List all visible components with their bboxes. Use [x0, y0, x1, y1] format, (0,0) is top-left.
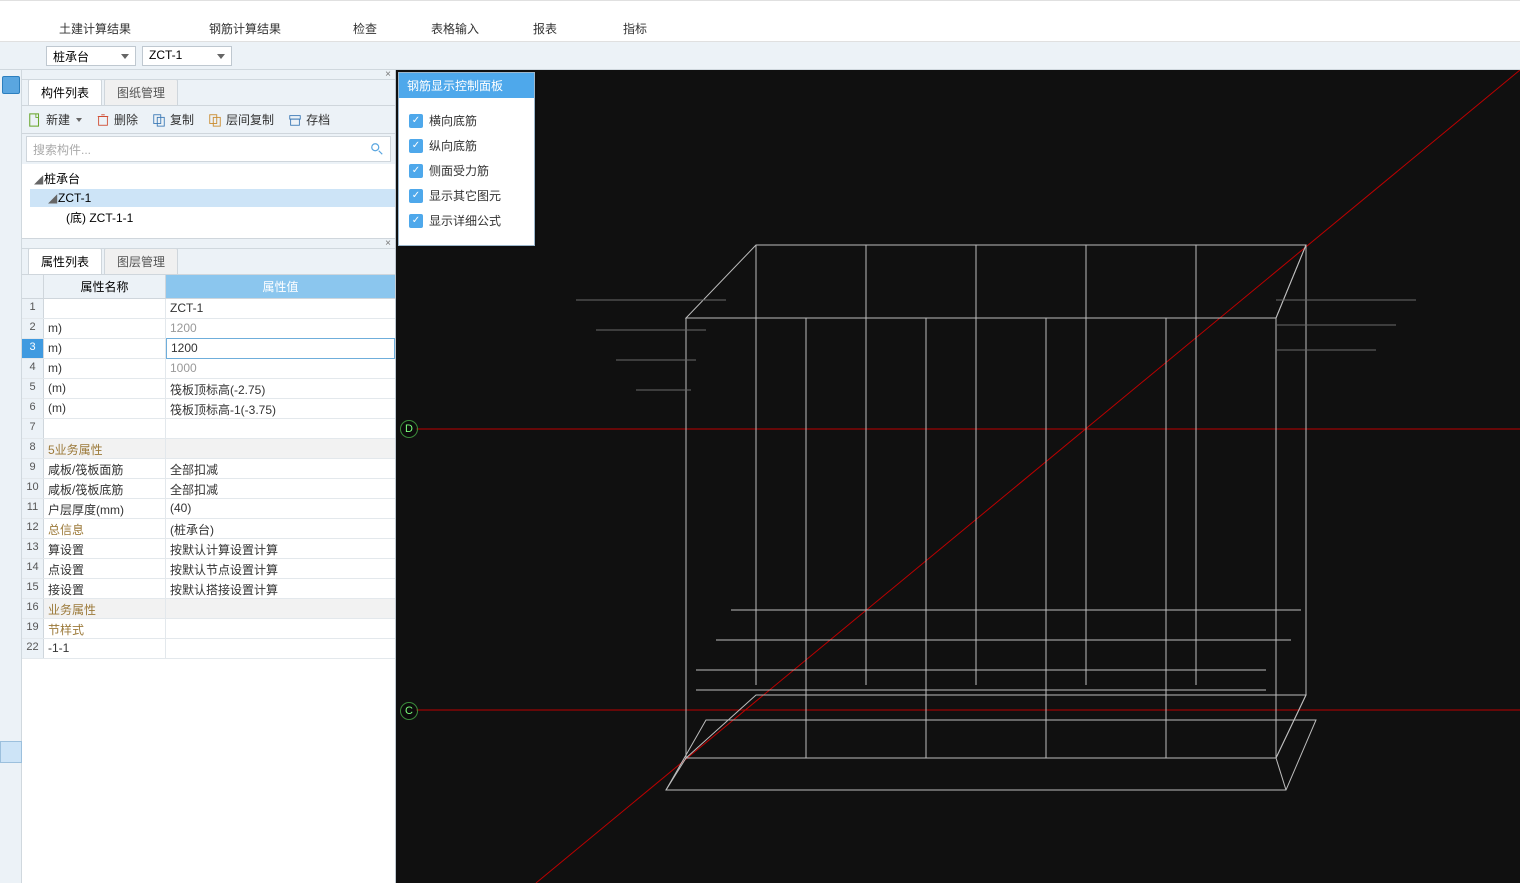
checkbox-item[interactable]: ✓显示详细公式 [409, 208, 524, 233]
property-row[interactable]: 2m)1200 [22, 319, 395, 339]
component-tree: ◢桩承台 ◢ZCT-1 (底) ZCT-1-1 [22, 164, 395, 239]
property-row[interactable]: 15接设置按默认搭接设置计算 [22, 579, 395, 599]
ribbon-group-labels: 土建计算结果 钢筋计算结果 检查 表格输入 报表 指标 [0, 0, 1520, 42]
property-row[interactable]: 13算设置按默认计算设置计算 [22, 539, 395, 559]
property-row[interactable]: 4m)1000 [22, 359, 395, 379]
ribbon-group: 土建计算结果 [20, 20, 170, 41]
property-row[interactable]: 9咸板/筏板面筋全部扣减 [22, 459, 395, 479]
panel-title: 钢筋显示控制面板 [399, 73, 534, 98]
tab-drawing-manage[interactable]: 图纸管理 [104, 79, 178, 105]
tab-component-list[interactable]: 构件列表 [28, 79, 102, 105]
property-row[interactable]: 22-1-1 [22, 639, 395, 659]
property-row[interactable]: 3m)1200 [22, 339, 395, 359]
copy-icon [152, 113, 166, 127]
archive-button[interactable]: 存档 [288, 111, 330, 128]
new-button[interactable]: 新建 [28, 111, 82, 128]
header-name: 属性名称 [44, 275, 166, 298]
ribbon-group: 钢筋计算结果 [170, 20, 320, 41]
property-row[interactable]: 16业务属性 [22, 599, 395, 619]
delete-button[interactable]: 删除 [96, 111, 138, 128]
property-row[interactable]: 6(m)筏板顶标高-1(-3.75) [22, 399, 395, 419]
checkbox-icon: ✓ [409, 214, 423, 228]
left-rail-tile-icon[interactable] [2, 76, 20, 94]
property-row[interactable]: 10咸板/筏板底筋全部扣减 [22, 479, 395, 499]
property-table: 属性名称 属性值 1ZCT-12m)12003m)12004m)10005(m)… [22, 275, 395, 883]
breadcrumb-bar: 桩承台 ZCT-1 [0, 42, 1520, 70]
component-toolbar: 新建 删除 复制 层间复制 存档 [22, 106, 395, 134]
ribbon-group: 指标 [590, 20, 680, 41]
search-input[interactable]: 搜索构件... [26, 136, 391, 162]
props-tabs: 属性列表 图层管理 [22, 249, 395, 275]
bottom-left-tile[interactable] [0, 741, 22, 763]
property-row[interactable]: 12总信息(桩承台) [22, 519, 395, 539]
ribbon-group: 表格输入 [410, 20, 500, 41]
close-icon[interactable]: × [385, 238, 391, 249]
property-row[interactable]: 5(m)筏板顶标高(-2.75) [22, 379, 395, 399]
copy-button[interactable]: 复制 [152, 111, 194, 128]
panel-handle-2[interactable]: × [22, 239, 395, 249]
close-icon[interactable]: × [385, 69, 391, 80]
property-row[interactable]: 19节样式 [22, 619, 395, 639]
breadcrumb-combo-2[interactable]: ZCT-1 [142, 46, 232, 66]
rebar-display-panel[interactable]: 钢筋显示控制面板 ✓横向底筋✓纵向底筋✓侧面受力筋✓显示其它图元✓显示详细公式 [398, 72, 535, 246]
checkbox-icon: ✓ [409, 164, 423, 178]
axis-label-d: D [400, 420, 418, 438]
component-tabs: 构件列表 图纸管理 [22, 80, 395, 106]
wireframe-model [396, 70, 1520, 883]
checkbox-icon: ✓ [409, 139, 423, 153]
archive-icon [288, 113, 302, 127]
file-icon [28, 113, 42, 127]
checkbox-icon: ✓ [409, 114, 423, 128]
property-row[interactable]: 14点设置按默认节点设置计算 [22, 559, 395, 579]
property-row[interactable]: 11户层厚度(mm)(40) [22, 499, 395, 519]
breadcrumb-combo-1[interactable]: 桩承台 [46, 46, 136, 66]
checkbox-icon: ✓ [409, 189, 423, 203]
property-row[interactable]: 1ZCT-1 [22, 299, 395, 319]
axis-label-c: C [400, 702, 418, 720]
ribbon-group: 检查 [320, 20, 410, 41]
checkbox-item[interactable]: ✓横向底筋 [409, 108, 524, 133]
property-header: 属性名称 属性值 [22, 275, 395, 299]
search-placeholder: 搜索构件... [33, 141, 91, 158]
tab-properties[interactable]: 属性列表 [28, 248, 102, 274]
checkbox-item[interactable]: ✓纵向底筋 [409, 133, 524, 158]
checkbox-item[interactable]: ✓侧面受力筋 [409, 158, 524, 183]
header-value: 属性值 [166, 275, 395, 298]
tree-node-zct1[interactable]: ◢ZCT-1 [30, 189, 395, 207]
layer-copy-button[interactable]: 层间复制 [208, 111, 274, 128]
panel-handle[interactable]: × [22, 70, 395, 80]
tab-layer-manage[interactable]: 图层管理 [104, 248, 178, 274]
checkbox-item[interactable]: ✓显示其它图元 [409, 183, 524, 208]
tree-node-zct1-1[interactable]: (底) ZCT-1-1 [30, 207, 395, 228]
ribbon-group: 报表 [500, 20, 590, 41]
property-row[interactable]: 7 [22, 419, 395, 439]
tree-node-root[interactable]: ◢桩承台 [30, 168, 395, 189]
property-row[interactable]: 85业务属性 [22, 439, 395, 459]
layer-copy-icon [208, 113, 222, 127]
search-icon [370, 142, 384, 159]
delete-icon [96, 113, 110, 127]
3d-viewport[interactable]: 钢筋显示控制面板 ✓横向底筋✓纵向底筋✓侧面受力筋✓显示其它图元✓显示详细公式 … [396, 70, 1520, 883]
